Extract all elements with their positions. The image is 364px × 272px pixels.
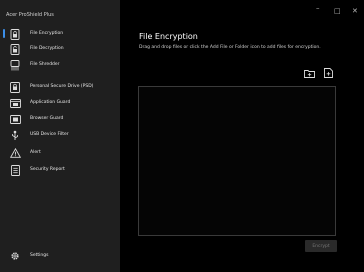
shredder-icon: [9, 59, 21, 71]
sidebar: Acer ProShield Plus File Encryption File…: [0, 0, 120, 272]
sidebar-item-file-encryption[interactable]: File Encryption: [0, 27, 120, 41]
page-description: Drag and drop files or click the Add Fil…: [139, 45, 321, 50]
active-indicator: [3, 29, 5, 38]
add-file-icon: [323, 63, 333, 82]
sidebar-item-application-guard[interactable]: Application Guard: [0, 96, 120, 110]
add-folder-icon: [303, 63, 315, 82]
settings-label: Settings: [30, 253, 49, 258]
lock-file-icon: [9, 28, 21, 40]
encrypt-button[interactable]: Encrypt: [305, 240, 337, 252]
browser-guard-icon: [9, 113, 21, 125]
encrypt-button-label: Encrypt: [312, 243, 330, 249]
sidebar-item-security-report[interactable]: Security Report: [0, 163, 120, 177]
sidebar-item-label: Security Report: [30, 167, 65, 172]
sidebar-item-alert[interactable]: Alert: [0, 146, 120, 160]
sidebar-item-label: Application Guard: [30, 100, 71, 105]
sidebar-item-label: File Encryption: [30, 31, 64, 36]
add-folder-button[interactable]: [303, 67, 315, 78]
application-guard-icon: [9, 97, 21, 109]
sidebar-item-personal-secure-drive[interactable]: Personal Secure Drive (PSD): [0, 80, 120, 94]
sidebar-item-label: File Shredder: [30, 62, 60, 67]
sidebar-item-label: Browser Guard: [30, 116, 64, 121]
sidebar-item-label: File Decryption: [30, 46, 64, 51]
sidebar-item-label: Alert: [30, 150, 41, 155]
add-file-button[interactable]: [322, 67, 334, 78]
sidebar-item-file-shredder[interactable]: File Shredder: [0, 58, 120, 72]
minimize-button[interactable]: –: [316, 4, 320, 12]
secure-drive-icon: [9, 81, 21, 93]
page-title: File Encryption: [139, 32, 198, 41]
settings-button[interactable]: Settings: [0, 249, 120, 263]
usb-icon: [9, 129, 21, 141]
file-drop-area[interactable]: [138, 86, 336, 236]
sidebar-item-file-decryption[interactable]: File Decryption: [0, 42, 120, 56]
close-button[interactable]: ✕: [352, 7, 358, 15]
gear-icon: [9, 250, 21, 262]
sidebar-item-usb-device-filter[interactable]: USB Device Filter: [0, 128, 120, 142]
alert-icon: [9, 147, 21, 159]
sidebar-item-label: Personal Secure Drive (PSD): [30, 84, 94, 89]
unlock-file-icon: [9, 43, 21, 55]
sidebar-item-label: USB Device Filter: [30, 132, 69, 137]
maximize-button[interactable]: □: [334, 7, 341, 15]
sidebar-item-browser-guard[interactable]: Browser Guard: [0, 112, 120, 126]
report-icon: [9, 164, 21, 176]
app-title: Acer ProShield Plus: [6, 12, 54, 18]
